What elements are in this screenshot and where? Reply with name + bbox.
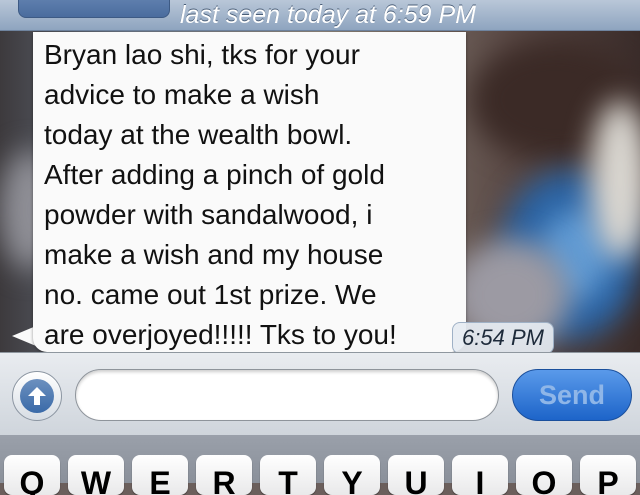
keyboard: Q W E R T Y U I O P [0, 435, 640, 495]
message-bubble: Bryan lao shi, tks for your advice to ma… [33, 32, 466, 352]
key-u[interactable]: U [388, 455, 444, 495]
key-y[interactable]: Y [324, 455, 380, 495]
key-p[interactable]: P [580, 455, 636, 495]
upload-arrow-icon [20, 379, 54, 413]
message-timestamp: 6:54 PM [452, 322, 554, 354]
key-e[interactable]: E [132, 455, 188, 495]
message-line: are overjoyed!!!!! Tks to you! [44, 319, 397, 350]
message-line: advice to make a wish [44, 79, 320, 110]
message-line: no. came out 1st prize. We [44, 279, 377, 310]
last-seen-status: last seen today at 6:59 PM [180, 1, 477, 29]
input-bar: Send [0, 352, 640, 436]
message-line: After adding a pinch of gold [44, 159, 385, 190]
back-button[interactable] [18, 0, 170, 18]
nav-bar: last seen today at 6:59 PM [0, 0, 640, 31]
attach-button[interactable] [12, 371, 62, 421]
key-r[interactable]: R [196, 455, 252, 495]
message-line: Bryan lao shi, tks for your [44, 39, 360, 70]
key-q[interactable]: Q [4, 455, 60, 495]
message-line: today at the wealth bowl. [44, 119, 353, 150]
message-line: powder with sandalwood, i [44, 199, 373, 230]
message-input[interactable] [75, 369, 499, 421]
key-w[interactable]: W [68, 455, 124, 495]
key-o[interactable]: O [516, 455, 572, 495]
message-line: make a wish and my house [44, 239, 384, 270]
key-t[interactable]: T [260, 455, 316, 495]
send-button[interactable]: Send [512, 369, 632, 421]
key-i[interactable]: I [452, 455, 508, 495]
message-text: Bryan lao shi, tks for your advice to ma… [44, 35, 464, 355]
